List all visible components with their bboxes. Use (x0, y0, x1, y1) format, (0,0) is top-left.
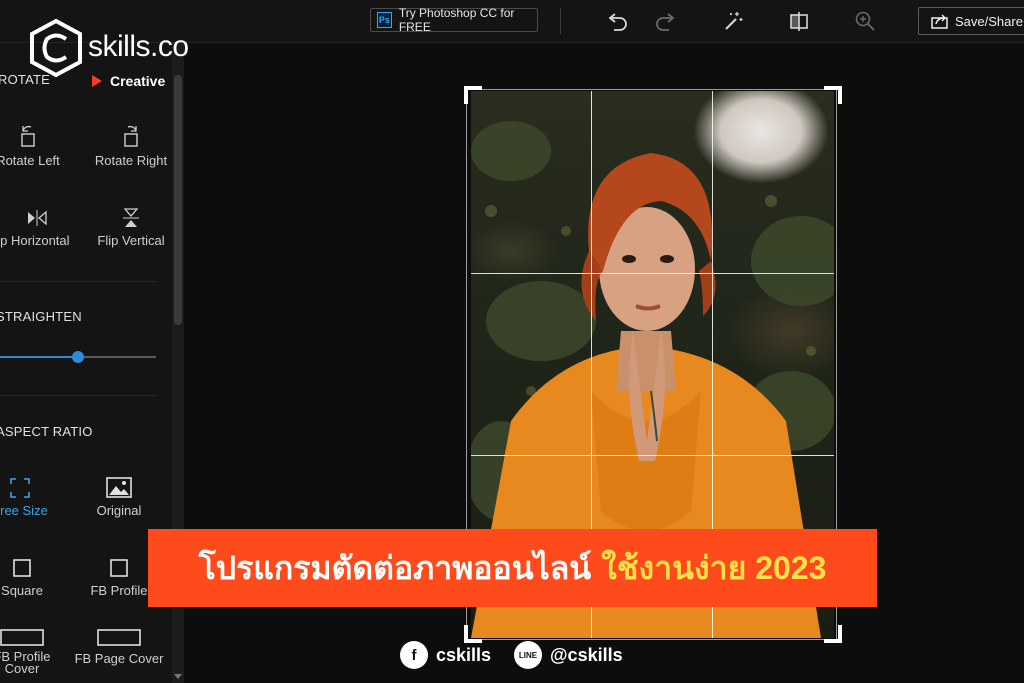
divider (0, 395, 156, 396)
promo-banner: โปรแกรมตัดต่อภาพออนไลน์ ใช้งานง่าย 2023 (148, 529, 877, 607)
free-size-label: Free Size (0, 503, 48, 518)
fb-page-cover-icon (97, 629, 141, 646)
brand-subtitle-text: Creative (110, 73, 166, 89)
aspect-free-size-button[interactable]: Free Size (0, 471, 70, 518)
flip-vertical-button[interactable]: Flip Vertical (81, 201, 181, 248)
aspect-fb-page-cover-button[interactable]: FB Page Cover (69, 625, 169, 666)
scroll-down-arrow-icon[interactable] (174, 674, 182, 679)
banner-highlight: ใช้งานง่าย 2023 (601, 549, 827, 586)
flip-horizontal-icon (28, 210, 47, 226)
straighten-slider-fill (0, 356, 78, 358)
undo-icon[interactable] (605, 9, 631, 33)
fb-page-cover-label: FB Page Cover (74, 651, 164, 666)
brand-name: skills.co (88, 30, 189, 63)
aspect-ratio-section-title: ASPECT RATIO (0, 424, 93, 439)
line-handle: LINE @cskills (514, 640, 623, 670)
free-size-icon (10, 478, 30, 498)
rotate-right-label: Rotate Right (94, 153, 168, 168)
toolbar-divider (560, 8, 561, 34)
facebook-handle-text: cskills (436, 644, 492, 665)
brand-subtitle: Creative (92, 73, 165, 89)
aspect-original-button[interactable]: Original (69, 471, 169, 518)
try-photoshop-button[interactable]: Ps Try Photoshop CC for FREE (370, 6, 538, 34)
share-icon (931, 14, 948, 29)
rotate-left-icon (21, 125, 35, 147)
original-label: Original (96, 503, 142, 518)
aspect-fb-profile-cover-button[interactable]: FB Profile Cover (0, 625, 72, 675)
cskills-logo-icon (30, 18, 82, 78)
magic-wand-icon[interactable] (720, 9, 746, 33)
banner-text: โปรแกรมตัดต่อภาพออนไลน์ (198, 549, 592, 586)
flip-vertical-icon (123, 208, 139, 227)
straighten-slider-handle[interactable] (72, 351, 84, 363)
brand-logo: skills.co Creative (28, 18, 228, 89)
save-share-label: Save/Share (955, 13, 1023, 29)
flip-horizontal-label: Flip Horizontal (0, 233, 70, 248)
try-photoshop-label: Try Photoshop CC for FREE (398, 6, 515, 34)
aspect-square-button[interactable]: Square (0, 551, 72, 598)
rotate-right-icon (124, 125, 138, 147)
save-share-button[interactable]: Save/Share (918, 7, 1024, 35)
divider (0, 281, 156, 282)
rotate-right-button[interactable]: Rotate Right (81, 121, 181, 168)
compare-icon[interactable] (786, 9, 812, 33)
flip-vertical-label: Flip Vertical (97, 233, 165, 248)
play-icon (92, 75, 102, 87)
fb-profile-cover-label: FB Profile Cover (0, 649, 51, 676)
image-icon (106, 477, 132, 498)
square-label: Square (1, 583, 43, 598)
fb-profile-cover-icon (0, 629, 44, 646)
flip-horizontal-button[interactable]: Flip Horizontal (0, 201, 87, 248)
facebook-handle: f cskills (400, 640, 491, 670)
straighten-section-title: STRAIGHTEN (0, 309, 82, 324)
rotate-left-label: Rotate Left (0, 153, 60, 168)
crop-handle-bottom-right[interactable] (824, 625, 842, 643)
line-handle-text: @cskills (550, 644, 623, 665)
crop-handle-top-left[interactable] (464, 86, 482, 104)
fb-profile-icon (110, 559, 128, 577)
zoom-icon[interactable] (852, 9, 878, 33)
facebook-icon: f (400, 641, 428, 669)
scrollbar-thumb[interactable] (174, 75, 182, 325)
rotate-left-button[interactable]: Rotate Left (0, 121, 78, 168)
redo-icon[interactable] (652, 9, 678, 33)
crop-sidebar: ROTATE Rotate Left Rotate Right Flip Hor… (0, 43, 172, 683)
crop-handle-top-right[interactable] (824, 86, 842, 104)
line-icon: LINE (514, 641, 542, 669)
photoshop-logo-icon: Ps (377, 12, 392, 28)
square-icon (13, 559, 31, 577)
